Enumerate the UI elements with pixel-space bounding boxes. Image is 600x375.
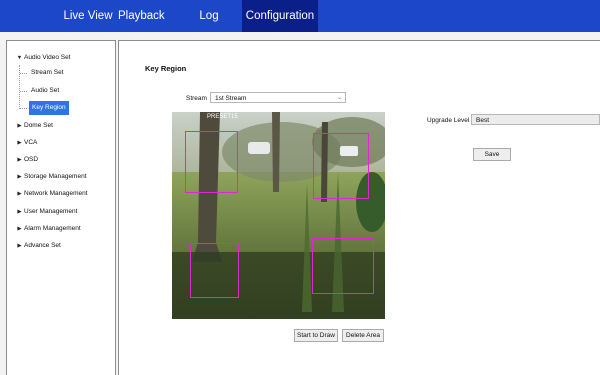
caret-right-icon: ▶ [17, 191, 22, 197]
delete-area-button[interactable]: Delete Area [342, 329, 384, 342]
sidebar-item-label: Storage Management [24, 173, 87, 180]
tree-connector [19, 65, 21, 109]
sidebar-item-advance-set[interactable]: ▶ Advance Set [15, 239, 61, 253]
sidebar: ▼ Audio Video Set Stream Set Audio Set Ke… [6, 40, 116, 375]
save-button[interactable]: Save [473, 148, 511, 161]
video-preview[interactable]: PRESET15 [172, 112, 385, 319]
sidebar-item-stream-set[interactable]: Stream Set [31, 66, 64, 80]
tree-connector [20, 73, 27, 75]
key-region-box[interactable] [313, 133, 369, 199]
sidebar-item-storage-management[interactable]: ▶ Storage Management [15, 170, 87, 184]
chevron-down-icon: ⌄ [336, 95, 342, 101]
osd-preset-label: PRESET15 [207, 114, 238, 120]
start-to-draw-button[interactable]: Start to Draw [294, 329, 338, 342]
caret-right-icon: ▶ [17, 157, 22, 163]
sidebar-item-key-region[interactable]: Key Region [29, 101, 69, 115]
key-region-box[interactable] [190, 243, 239, 298]
caret-right-icon: ▶ [17, 174, 22, 180]
sidebar-item-user-management[interactable]: ▶ User Management [15, 205, 77, 219]
sidebar-item-label: User Management [24, 208, 78, 215]
sidebar-item-alarm-management[interactable]: ▶ Alarm Management [15, 222, 81, 236]
sidebar-item-label: Advance Set [24, 242, 61, 249]
stream-select-value: 1st Stream [215, 95, 247, 102]
sidebar-item-label: Alarm Management [24, 225, 81, 232]
sidebar-item-network-management[interactable]: ▶ Network Management [15, 187, 88, 201]
tab-playback[interactable]: Playback [118, 0, 165, 32]
caret-down-icon: ▼ [16, 55, 23, 61]
sidebar-item-label: Dome Set [24, 122, 53, 129]
page-title: Key Region [145, 64, 187, 73]
caret-right-icon: ▶ [17, 140, 22, 146]
tab-configuration[interactable]: Configuration [242, 0, 318, 32]
tab-log[interactable]: Log [190, 0, 228, 32]
sidebar-item-label: Network Management [24, 190, 88, 197]
top-nav-bar: Live View Playback Log Configuration [0, 0, 600, 32]
sidebar-item-label: Audio Video Set [24, 54, 71, 61]
upgrade-level-value: Best [476, 117, 490, 124]
sidebar-item-label: OSD [24, 156, 39, 163]
sidebar-item-dome-set[interactable]: ▶ Dome Set [15, 119, 53, 133]
stream-select[interactable]: 1st Stream ⌄ [210, 92, 346, 103]
sidebar-item-vca[interactable]: ▶ VCA [15, 136, 37, 150]
sidebar-item-label: VCA [24, 139, 38, 146]
sidebar-item-audio-video-set[interactable]: ▼ Audio Video Set [15, 51, 71, 65]
key-region-box[interactable] [185, 131, 238, 193]
tree-connector [20, 108, 27, 110]
sidebar-item-audio-set[interactable]: Audio Set [31, 84, 59, 98]
upgrade-level-label: Upgrade Level [427, 117, 470, 124]
caret-right-icon: ▶ [17, 243, 22, 249]
caret-right-icon: ▶ [17, 226, 22, 232]
tree-connector [20, 91, 27, 93]
upgrade-level-select[interactable]: Best [471, 114, 600, 125]
tab-live-view[interactable]: Live View [48, 0, 128, 32]
caret-right-icon: ▶ [17, 209, 22, 215]
key-region-box[interactable] [312, 238, 374, 294]
stream-label: Stream [186, 95, 207, 102]
caret-right-icon: ▶ [17, 123, 22, 129]
sidebar-item-osd[interactable]: ▶ OSD [15, 153, 38, 167]
